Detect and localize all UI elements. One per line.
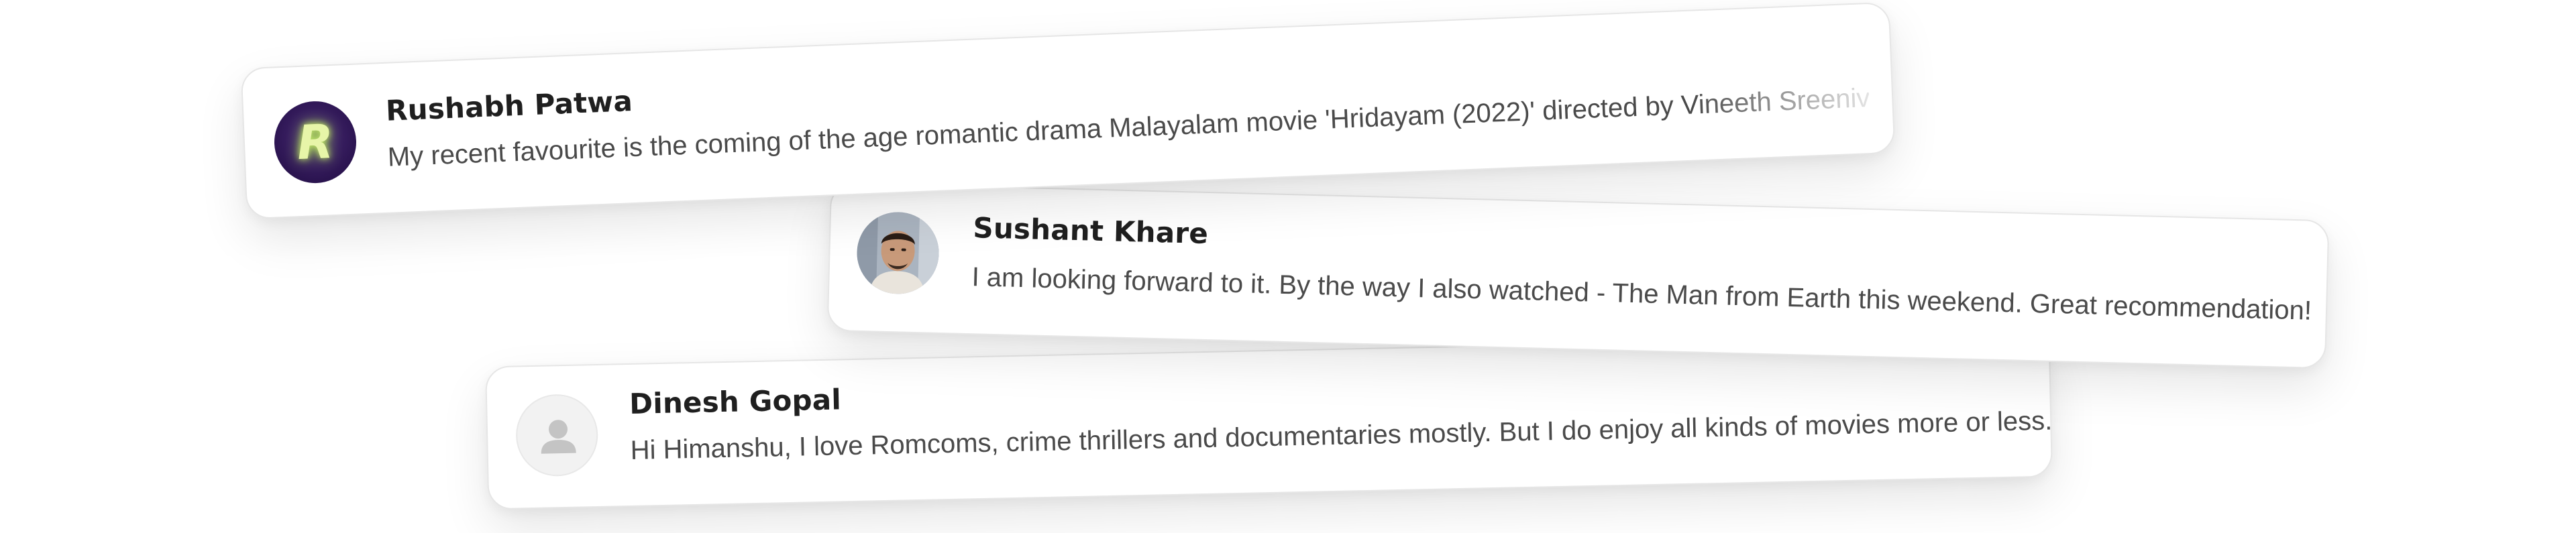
message-stack: Dinesh Gopal Hi Himanshu, I love Romcoms… (0, 0, 2576, 533)
message-card-dinesh[interactable]: Dinesh Gopal Hi Himanshu, I love Romcoms… (485, 333, 2053, 510)
avatar-letter: R (296, 114, 335, 171)
message-text: Hi Himanshu, I love Romcoms, crime thril… (630, 406, 2053, 465)
sender-name: Sushant Khare (972, 211, 1209, 251)
message-card-sushant[interactable]: Sushant Khare I am looking forward to it… (826, 182, 2330, 369)
sender-name: Dinesh Gopal (629, 383, 842, 420)
profile-photo-icon (856, 211, 941, 295)
sender-name: Rushabh Patwa (385, 84, 633, 127)
message-card-rushabh[interactable]: R Rushabh Patwa My recent favourite is t… (240, 1, 1896, 220)
default-user-icon (515, 393, 599, 477)
message-text: I am looking forward to it. By the way I… (971, 262, 2312, 326)
letter-avatar-icon: R (272, 99, 358, 185)
